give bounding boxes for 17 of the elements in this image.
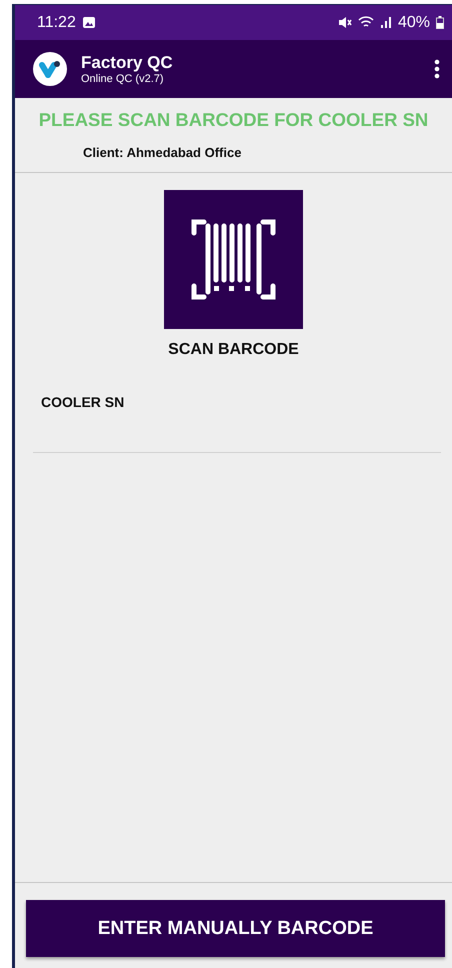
more-menu-icon[interactable] [434, 59, 440, 79]
app-subtitle: Online QC (v2.7) [81, 73, 165, 85]
app-logo-icon [33, 52, 67, 86]
mute-icon [338, 16, 352, 29]
field-label: COOLER SN [41, 394, 126, 410]
signal-icon [380, 16, 392, 29]
enter-manually-button[interactable]: ENTER MANUALLY BARCODE [26, 900, 445, 957]
battery-icon [436, 16, 444, 29]
scan-prompt: PLEASE SCAN BARCODE FOR COOLER SN [38, 109, 430, 131]
wifi-icon [358, 16, 374, 29]
battery-percent: 40% [398, 14, 430, 32]
image-icon [82, 16, 96, 29]
status-time: 11:22 [37, 14, 76, 32]
app-title: Factory QC [81, 53, 173, 73]
barcode-scan-icon [164, 190, 303, 329]
client-label: Client: Ahmedabad Office [83, 145, 242, 160]
scan-barcode-button[interactable]: SCAN BARCODE [164, 190, 303, 359]
